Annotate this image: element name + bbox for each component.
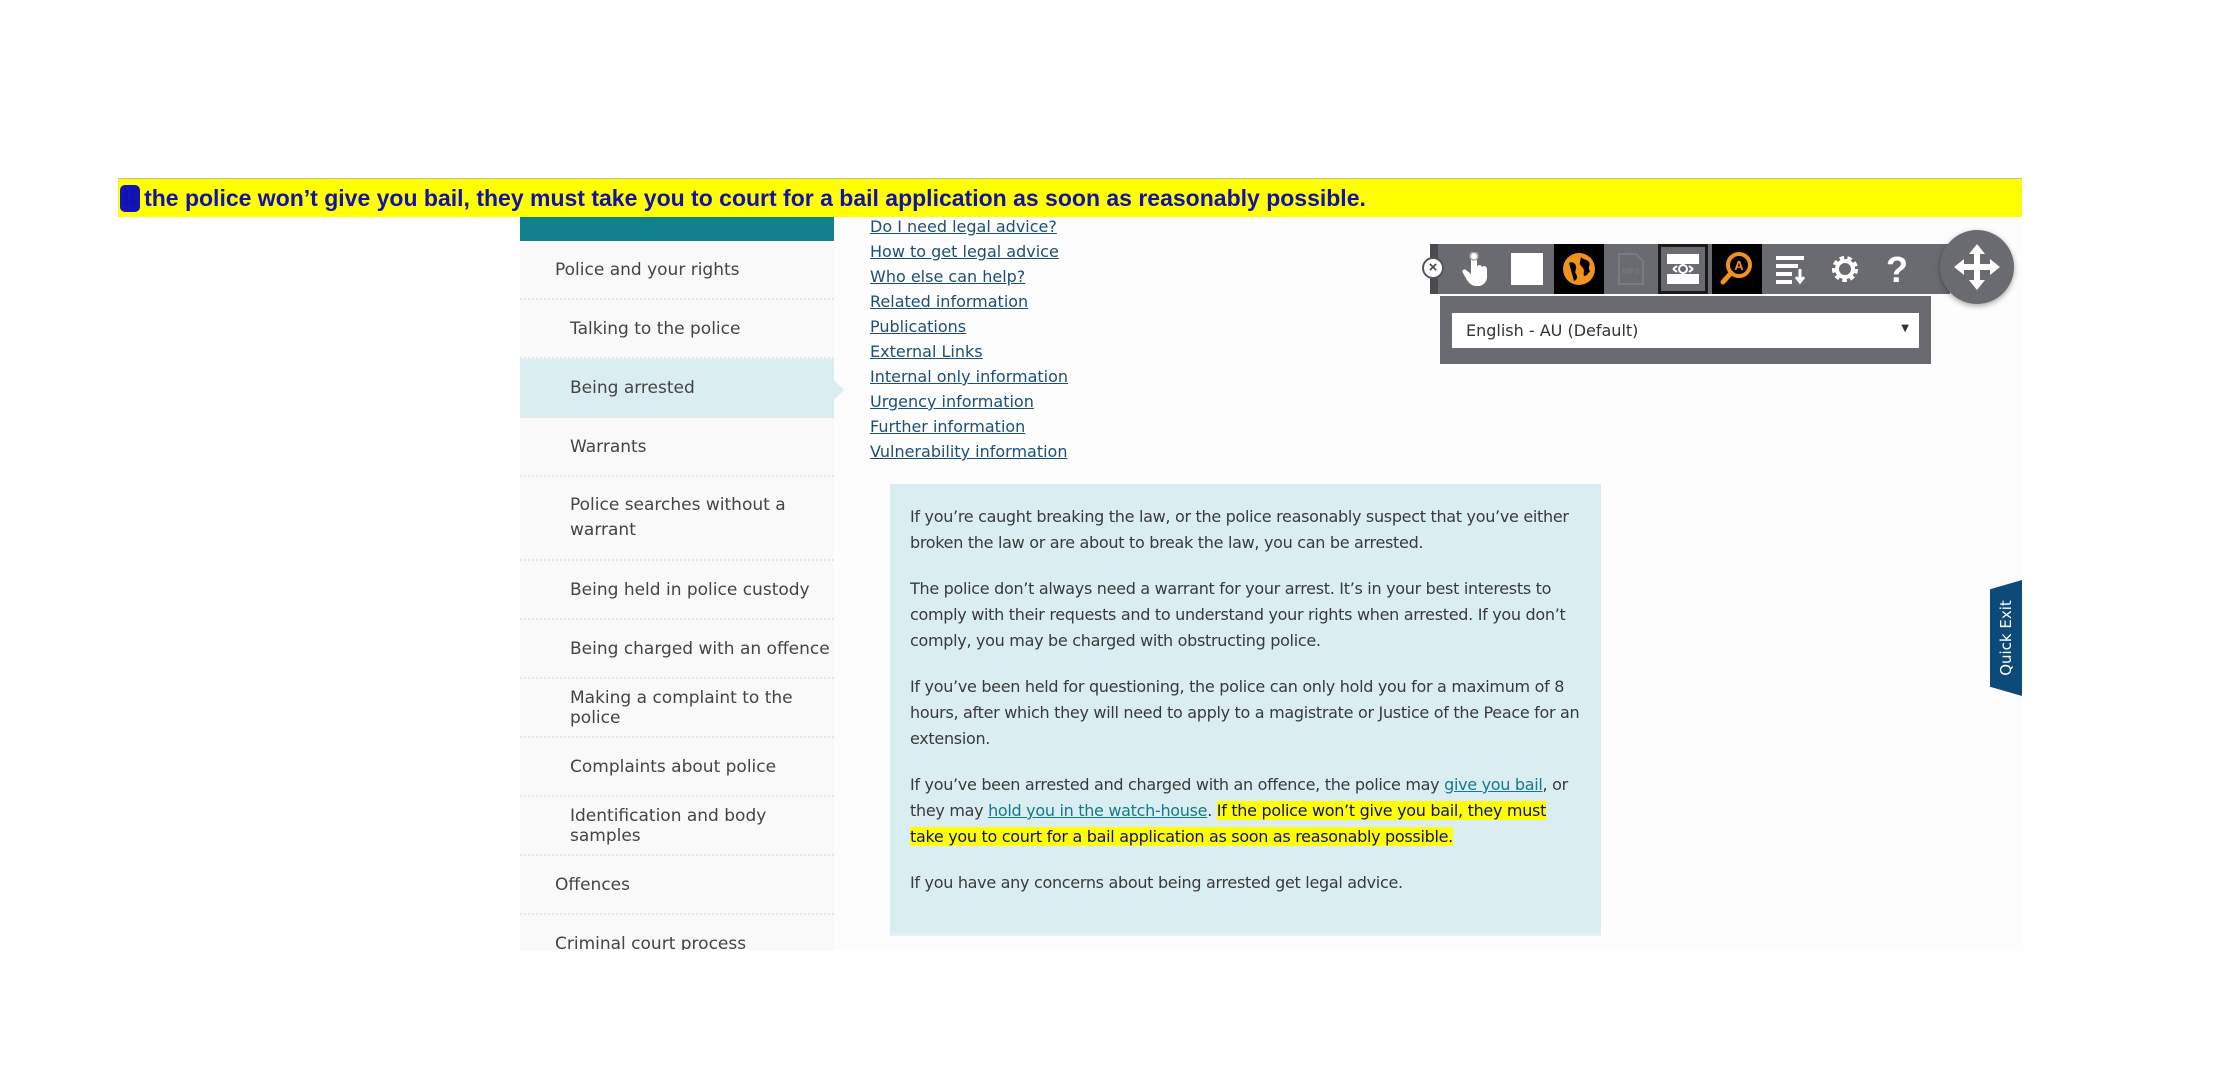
blank-square-icon (1511, 253, 1543, 285)
sidebar-item-talking-to-the-police[interactable]: Talking to the police (520, 300, 834, 359)
sidebar-item-label: Being arrested (570, 377, 695, 398)
sidebar-item-being-charged[interactable]: Being charged with an offence (520, 620, 834, 679)
sidebar-item-being-held-in-custody[interactable]: Being held in police custody (520, 561, 834, 620)
sidebar-item-label: Being charged with an offence (570, 638, 830, 659)
paragraph-4: If you’ve been arrested and charged with… (910, 772, 1581, 850)
sidebar-item-criminal-court-process[interactable]: Criminal court process (520, 915, 834, 951)
quick-exit-button[interactable]: Quick Exit (1990, 580, 2022, 696)
settings-button[interactable] (1820, 244, 1870, 294)
give-you-bail-link[interactable]: give you bail (1444, 775, 1543, 794)
sidebar-item-label: Talking to the police (570, 318, 741, 339)
sidebar-item-warrants[interactable]: Warrants (520, 418, 834, 477)
language-selected-value: English - AU (Default) (1466, 321, 1639, 340)
quick-exit-label: Quick Exit (1997, 600, 2015, 676)
chevron-down-icon: ▼ (1901, 323, 1909, 334)
text-list-button[interactable] (1766, 244, 1816, 294)
translate-button[interactable] (1554, 244, 1604, 294)
help-button[interactable]: ? (1872, 244, 1922, 294)
mp3-button[interactable]: MP3 (1606, 244, 1656, 294)
pointer-hand-icon (1462, 252, 1487, 286)
link-who-else-can-help[interactable]: Who else can help? (870, 264, 1068, 289)
read-aloud-banner: If the police won’t give you bail, they … (118, 178, 2022, 217)
sidebar-item-police-and-your-rights[interactable]: Police and your rights (520, 241, 834, 300)
link-urgency-information[interactable]: Urgency information (870, 389, 1068, 414)
sidebar-item-label: Police and your rights (555, 259, 740, 280)
banner-sentence: the police won’t give you bail, they mus… (144, 184, 1366, 211)
globe-translate-icon (1563, 253, 1595, 285)
screen-mask-eye-icon (1667, 254, 1699, 284)
current-word: If (120, 184, 141, 212)
sidebar-item-label: Offences (555, 874, 630, 895)
sidebar-item-label: Making a complaint to the police (570, 687, 793, 728)
language-select[interactable]: English - AU (Default) ▼ (1452, 313, 1919, 348)
sidebar-item-being-arrested[interactable]: Being arrested (520, 359, 834, 418)
sidebar-item-complaints-about-police[interactable]: Complaints about police (520, 738, 834, 797)
sidebar-item-label: Complaints about police (570, 756, 777, 777)
paragraph-4-text-a: If you’ve been arrested and charged with… (910, 775, 1445, 794)
svg-text:A: A (1734, 258, 1744, 273)
paragraph-3: If you’ve been held for questioning, the… (910, 677, 1580, 748)
link-vulnerability-information[interactable]: Vulnerability information (870, 439, 1068, 464)
svg-text:?: ? (1886, 251, 1908, 287)
paragraph-4-text-c: . (1207, 801, 1217, 820)
magnifier-a-icon: A (1720, 252, 1752, 285)
sidebar-item-label: Identification and body samples (570, 805, 767, 846)
screen-mask-button[interactable] (1658, 244, 1708, 294)
move-toolbar-button[interactable] (1940, 230, 2014, 304)
sidebar-item-offences[interactable]: Offences (520, 856, 834, 915)
link-do-i-need-legal-advice[interactable]: Do I need legal advice? (870, 214, 1068, 239)
paragraph-5: If you have any concerns about being arr… (910, 873, 1403, 892)
link-further-information[interactable]: Further information (870, 414, 1068, 439)
magnifier-button[interactable]: A (1712, 244, 1762, 294)
sidebar-item-label: Police searches without a warrant (570, 495, 786, 540)
paragraph-1: If you’re caught breaking the law, or th… (910, 507, 1569, 552)
settings-gear-icon (1832, 256, 1858, 282)
text-list-sort-icon (1776, 256, 1806, 285)
link-external-links[interactable]: External Links (870, 339, 1068, 364)
active-item-pointer (834, 380, 844, 400)
link-internal-only-information[interactable]: Internal only information (870, 364, 1068, 389)
link-publications[interactable]: Publications (870, 314, 1068, 339)
sidebar-item-label: Being held in police custody (570, 579, 810, 600)
content-infobox: If you’re caught breaking the law, or th… (890, 484, 1601, 936)
help-question-icon: ? (1886, 251, 1908, 287)
close-icon[interactable]: × (1422, 257, 1444, 279)
move-arrows-icon (1954, 244, 2000, 290)
blank-square-button[interactable] (1502, 244, 1552, 294)
link-related-information[interactable]: Related information (870, 289, 1068, 314)
watch-house-link[interactable]: hold you in the watch-house (988, 801, 1207, 820)
section-links: Do I need legal advice? How to get legal… (870, 214, 1068, 464)
sidebar-item-police-searches[interactable]: Police searches without a warrant (520, 477, 834, 561)
sidebar-item-identification[interactable]: Identification and body samples (520, 797, 834, 856)
paragraph-2: The police don’t always need a warrant f… (910, 579, 1566, 650)
sidebar-item-making-a-complaint[interactable]: Making a complaint to the police (520, 679, 834, 738)
sidebar-item-label: Criminal court process (555, 933, 747, 951)
svg-text:MP3: MP3 (1623, 267, 1640, 276)
link-how-to-get-legal-advice[interactable]: How to get legal advice (870, 239, 1068, 264)
sidebar-nav: Criminal justice Police and your rights … (520, 178, 834, 950)
mp3-file-icon: MP3 (1618, 253, 1644, 285)
sidebar-item-label: Warrants (570, 436, 647, 457)
pointer-hand-button[interactable] (1450, 244, 1500, 294)
